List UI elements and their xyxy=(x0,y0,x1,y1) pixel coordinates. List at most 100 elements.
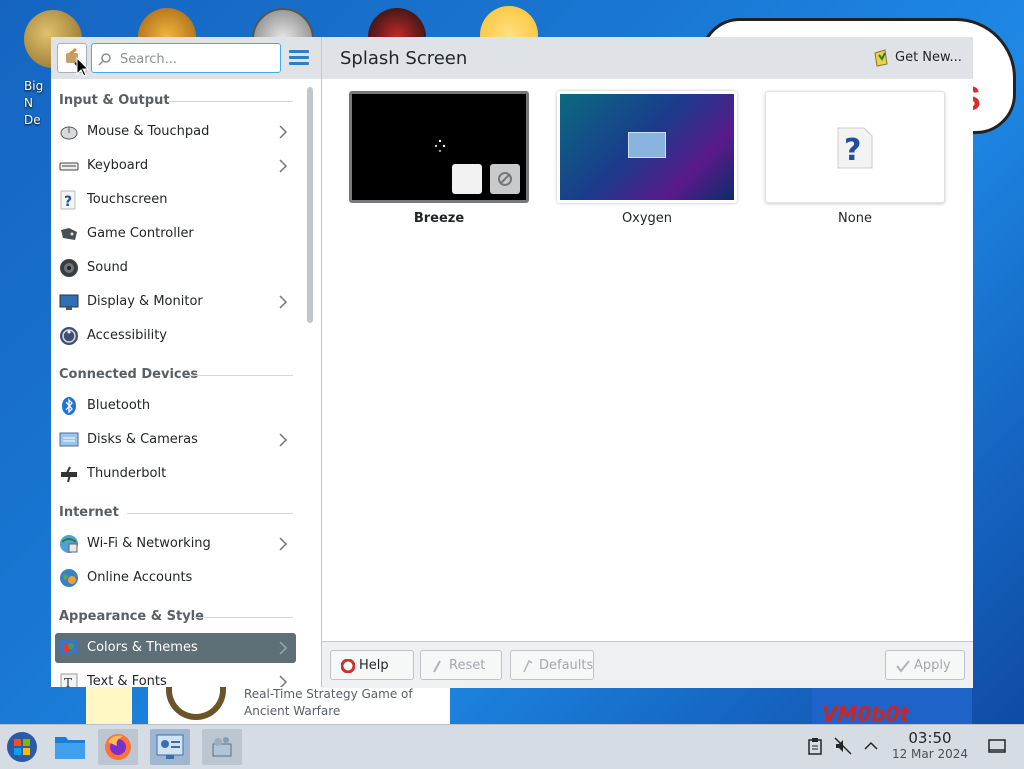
theme-card-breeze[interactable] xyxy=(349,91,529,203)
defaults-button[interactable]: Defaults xyxy=(510,650,594,680)
accessibility-icon xyxy=(60,327,78,345)
get-new-label: Get New... xyxy=(895,50,962,65)
chevron-right-icon xyxy=(279,295,288,309)
speaker-icon xyxy=(60,259,78,277)
sidebar-item-label: Touchscreen xyxy=(87,192,168,207)
clock-time: 03:50 xyxy=(908,729,952,747)
firefox-icon xyxy=(105,734,131,760)
help-button-label: Help xyxy=(359,658,389,673)
category-connected-devices: Connected Devices xyxy=(59,367,199,382)
sidebar-item-sound[interactable]: Sound xyxy=(55,253,296,283)
sidebar-item-accessibility[interactable]: Accessibility xyxy=(55,321,296,351)
sidebar-item-bluetooth[interactable]: Bluetooth xyxy=(55,391,296,421)
bluetooth-icon xyxy=(62,397,76,415)
sidebar-item-online-accounts[interactable]: Online Accounts xyxy=(55,563,296,593)
chevron-right-icon xyxy=(279,641,288,655)
sidebar-item-thunderbolt[interactable]: Thunderbolt xyxy=(55,459,296,489)
category-divider xyxy=(193,617,293,618)
breeze-spinner-icon xyxy=(434,139,446,153)
sidebar-item-label: Bluetooth xyxy=(87,398,151,413)
desktop-icon-label: Big N De xyxy=(24,79,44,127)
sidebar-item-mouse-touchpad[interactable]: Mouse & Touchpad xyxy=(55,117,296,147)
apply-button-label: Apply xyxy=(914,658,951,673)
sidebar-item-text-fonts[interactable]: T Text & Fonts xyxy=(55,667,296,687)
sidebar-item-label: Online Accounts xyxy=(87,570,193,585)
folder-icon xyxy=(55,737,85,759)
help-button[interactable]: Help xyxy=(330,650,414,680)
desktop-vmo-text: VM0b0t xyxy=(822,702,910,726)
sidebar-item-colors-themes[interactable]: Colors & Themes xyxy=(55,633,296,663)
taskbar-firefox[interactable] xyxy=(98,729,138,765)
monitor-icon xyxy=(59,294,79,310)
sidebar-item-label: Display & Monitor xyxy=(87,294,203,309)
theme-card-oxygen[interactable] xyxy=(557,91,737,203)
show-desktop-icon[interactable] xyxy=(988,737,1006,755)
gamepad-icon xyxy=(61,228,77,240)
apply-button[interactable]: Apply xyxy=(885,650,965,680)
chevron-right-icon xyxy=(279,159,288,173)
search-field[interactable] xyxy=(91,43,281,73)
question-icon: ? xyxy=(60,190,76,210)
scrollbar-thumb[interactable] xyxy=(307,87,313,323)
sidebar-item-touchscreen[interactable]: ? Touchscreen xyxy=(55,185,296,215)
sidebar-item-display-monitor[interactable]: Display & Monitor xyxy=(55,287,296,317)
taskbar-file-manager[interactable] xyxy=(50,729,90,765)
help-icon xyxy=(341,659,355,673)
splash-screen-grid: Breeze Oxygen ? None xyxy=(322,79,973,641)
sidebar-item-game-controller[interactable]: Game Controller xyxy=(55,219,296,249)
theme-label-oxygen: Oxygen xyxy=(621,211,673,226)
sidebar-item-label: Accessibility xyxy=(87,328,167,343)
system-settings-window: Input & Output Mouse & Touchpad Keyboard… xyxy=(51,37,973,688)
chevron-right-icon xyxy=(279,675,288,687)
dialog-footer: Help Reset Defaults Apply xyxy=(322,641,973,688)
sidebar-item-label: Text & Fonts xyxy=(87,674,167,687)
colors-icon xyxy=(60,640,78,654)
clipboard-icon[interactable] xyxy=(806,737,824,755)
reset-icon xyxy=(433,660,441,673)
sidebar-item-disks-cameras[interactable]: Disks & Cameras xyxy=(55,425,296,455)
chevron-right-icon xyxy=(279,537,288,551)
category-divider xyxy=(169,101,293,102)
taskbar-system-settings[interactable] xyxy=(150,729,190,765)
hamburger-bar xyxy=(289,62,309,65)
sidebar-scrollbar[interactable] xyxy=(301,79,321,687)
theme-card-none[interactable]: ? xyxy=(765,91,945,203)
uninstall-button[interactable] xyxy=(490,164,520,194)
svg-text:T: T xyxy=(64,676,72,687)
chevron-right-icon xyxy=(279,125,288,139)
sidebar-item-label: Thunderbolt xyxy=(87,466,167,481)
sidebar-item-wifi-networking[interactable]: Wi-Fi & Networking xyxy=(55,529,296,559)
taskbar-app[interactable] xyxy=(202,729,242,765)
network-icon xyxy=(60,535,78,553)
hamburger-bar xyxy=(289,56,309,59)
desktop-vmo-banner: VM0b0t xyxy=(812,686,972,726)
reset-button[interactable]: Reset xyxy=(420,650,502,680)
digital-clock[interactable]: 03:50 12 Mar 2024 xyxy=(886,729,974,761)
theme-label-breeze: Breeze xyxy=(413,211,465,226)
page-title: Splash Screen xyxy=(340,48,468,69)
category-appearance-style: Appearance & Style xyxy=(59,609,204,624)
volume-muted-icon[interactable] xyxy=(834,737,852,755)
svg-text:?: ? xyxy=(64,194,72,210)
chevron-up-icon[interactable] xyxy=(862,737,880,755)
disks-icon xyxy=(59,432,79,447)
download-icon xyxy=(874,49,888,67)
get-new-button[interactable]: Get New... xyxy=(869,45,963,71)
reset-button-label: Reset xyxy=(449,658,486,673)
settings-sidebar: Input & Output Mouse & Touchpad Keyboard… xyxy=(51,79,301,687)
desktop-note xyxy=(86,686,132,724)
sidebar-item-keyboard[interactable]: Keyboard xyxy=(55,151,296,181)
category-input-output: Input & Output xyxy=(59,93,170,108)
defaults-icon xyxy=(523,659,533,673)
system-settings-icon xyxy=(156,734,184,759)
hamburger-menu-button[interactable] xyxy=(289,48,309,68)
theme-label-none: None xyxy=(838,211,872,226)
preview-button[interactable] xyxy=(452,164,482,194)
fonts-icon: T xyxy=(60,673,78,687)
question-icon: ? xyxy=(837,127,873,169)
category-internet: Internet xyxy=(59,505,119,520)
start-menu-button[interactable] xyxy=(2,729,42,765)
search-input[interactable] xyxy=(118,49,272,69)
sidebar-toolbar xyxy=(51,37,321,79)
sidebar-item-label: Keyboard xyxy=(87,158,149,173)
